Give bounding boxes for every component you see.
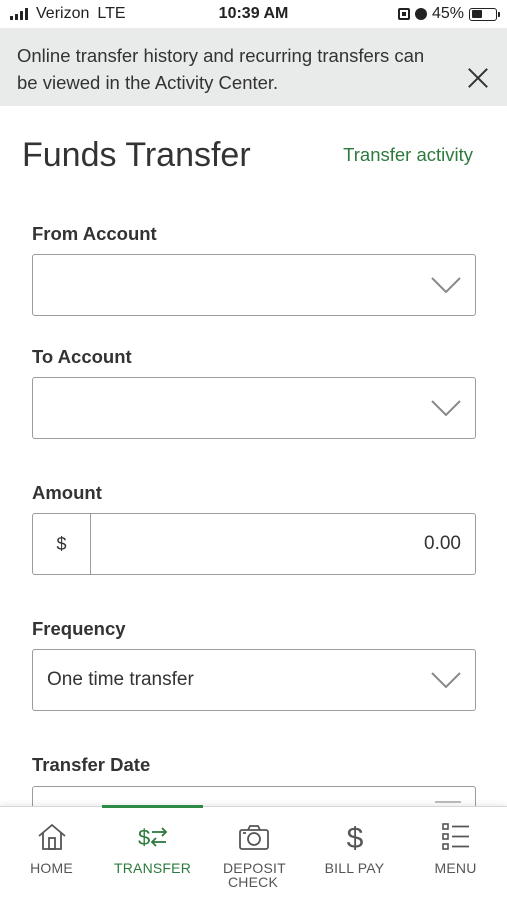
battery-icon	[469, 7, 500, 21]
transfer-date-label: Transfer Date	[32, 754, 151, 775]
from-account-select[interactable]	[32, 254, 476, 316]
svg-text:$: $	[138, 825, 150, 850]
nav-menu-label: MENU	[434, 860, 477, 876]
currency-prefix: $	[33, 514, 91, 574]
chevron-down-icon	[431, 672, 461, 688]
transfer-icon: $	[138, 825, 167, 850]
status-right: 45%	[397, 5, 500, 23]
to-account-label: To Account	[32, 346, 132, 367]
close-icon[interactable]	[465, 65, 491, 91]
chevron-down-icon	[431, 277, 461, 293]
chevron-down-icon	[431, 400, 461, 416]
banner-message: Online transfer history and recurring tr…	[17, 45, 425, 93]
frequency-value: One time transfer	[47, 669, 194, 690]
page-title: Funds Transfer	[22, 136, 251, 174]
nav-bill-pay[interactable]: $ BILL PAY	[304, 807, 405, 900]
nav-menu[interactable]: MENU	[405, 807, 506, 900]
amount-input[interactable]	[91, 514, 475, 574]
nav-deposit-check[interactable]: DEPOSIT CHECK	[203, 807, 304, 900]
to-account-select[interactable]	[32, 377, 476, 439]
from-account-label: From Account	[32, 223, 157, 244]
menu-list-icon	[441, 823, 469, 850]
nav-bill-pay-label: BILL PAY	[324, 860, 385, 876]
orientation-lock-icon	[397, 8, 410, 20]
bottom-nav: HOME $ TRANSFER DEPOSIT CHECK $ BILL PAY	[0, 805, 507, 900]
battery-fill	[471, 10, 482, 18]
svg-text:$: $	[346, 822, 363, 853]
frequency-label: Frequency	[32, 618, 126, 639]
status-bar: Verizon LTE 10:39 AM 45%	[0, 0, 507, 28]
nav-transfer-label: TRANSFER	[113, 860, 192, 876]
nav-deposit-check-label: DEPOSIT CHECK	[223, 860, 286, 890]
dollar-icon: $	[346, 822, 363, 853]
nav-home-label: HOME	[30, 860, 73, 876]
camera-icon	[238, 825, 269, 850]
battery-percent: 45%	[431, 5, 464, 22]
amount-field[interactable]: $	[32, 513, 476, 575]
frequency-select[interactable]: One time transfer	[32, 649, 476, 711]
transfer-activity-link[interactable]: Transfer activity	[343, 144, 473, 166]
alarm-icon	[414, 8, 427, 20]
nav-transfer[interactable]: $ TRANSFER	[102, 807, 203, 900]
info-banner: Online transfer history and recurring tr…	[0, 28, 507, 106]
home-icon	[37, 823, 66, 850]
nav-home[interactable]: HOME	[1, 807, 102, 900]
amount-label: Amount	[32, 482, 102, 503]
